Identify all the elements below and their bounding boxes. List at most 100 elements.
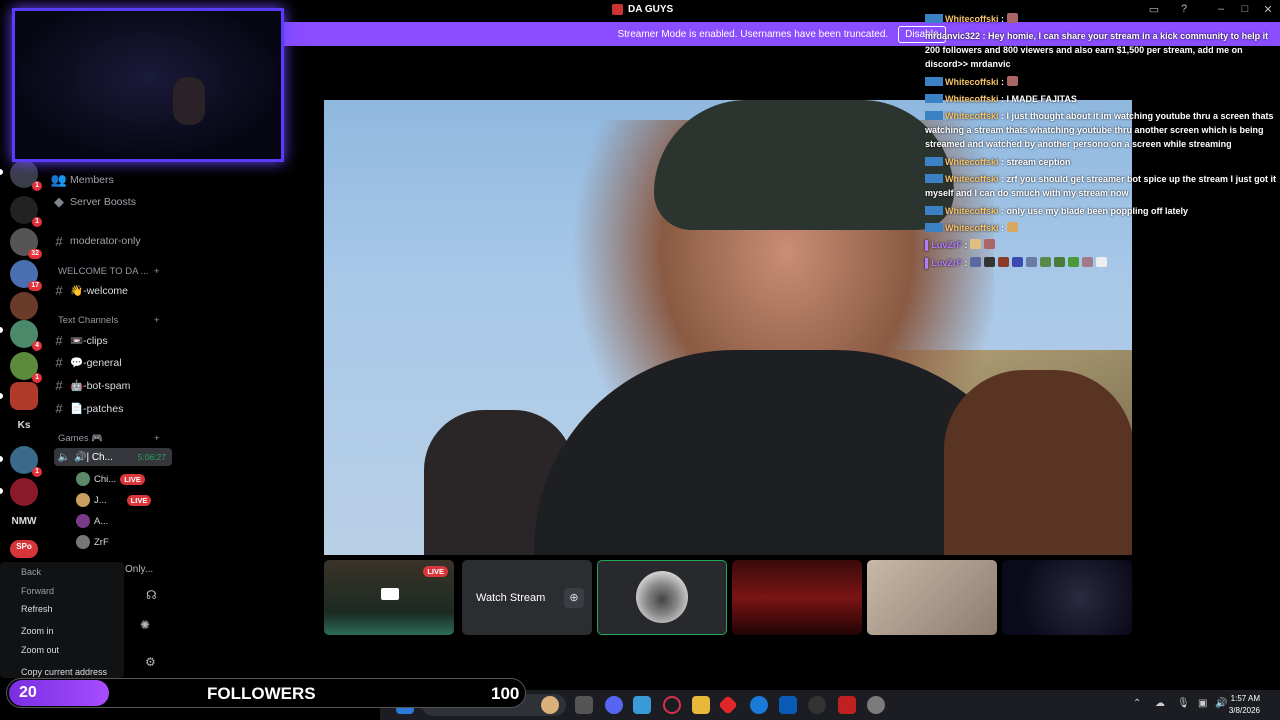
headphones-icon[interactable]: ☊ [146,588,157,602]
app-icon[interactable] [867,696,885,714]
chat-message: Whitecoffski : I MADE FAJITAS [925,92,1277,106]
channel-label: 📄-patches [70,402,124,415]
unread-pill [0,456,3,462]
server-icon-8[interactable] [10,382,38,410]
video-hair [944,370,1132,555]
stream-tile-4[interactable] [732,560,862,635]
hash-icon: # [55,282,63,298]
chevron-up-icon[interactable]: ⌃ [1133,698,1141,709]
channel-list: 👥 Members ◆ Server Boosts # moderator-only … [48,160,176,580]
channel-bot-spam[interactable]: # 🤖-bot-spam [48,375,172,395]
menu-item-zoom-in[interactable]: Zoom in [21,626,54,636]
voice-user[interactable]: A... [76,512,172,530]
file-explorer-icon[interactable] [692,696,710,714]
channel-general[interactable]: # 💬-general [48,352,172,372]
user-avatar [636,571,688,623]
server-icon-ks[interactable]: Ks [10,412,38,440]
voice-channel-label: 🔊| Ch... [74,451,113,463]
category-games[interactable]: Games 🎮 + [58,433,160,444]
channel-moderator-only[interactable]: # moderator-only [48,231,172,251]
stream-tile-6[interactable] [1002,560,1132,635]
channel-label: moderator-only [70,235,141,247]
watch-stream-button[interactable]: Watch Stream [476,592,545,604]
outlook-icon[interactable] [779,696,797,714]
discord-icon[interactable] [605,696,623,714]
members-icon: 👥 [50,172,68,187]
unread-pill [0,393,3,399]
stream-tile-5[interactable] [867,560,997,635]
members-label: Members [70,174,114,186]
platform-badge-icon [925,223,943,232]
soundboard-icon[interactable]: ✺ [140,618,150,632]
mic-icon[interactable]: 🎙 [1177,698,1190,709]
server-icon-5[interactable] [10,292,38,320]
avatar [76,493,90,507]
emote-icon [969,257,981,267]
server-icon-spo[interactable]: SPo [10,540,38,558]
server-icon-nmw[interactable]: NMW [10,508,38,536]
settings-icon[interactable] [808,696,826,714]
emote-icon [997,257,1009,267]
members-item[interactable]: 👥 Members [48,170,172,190]
app-icon[interactable] [718,695,738,715]
add-channel-icon[interactable]: + [154,266,160,277]
menu-item-refresh[interactable]: Refresh [21,604,53,614]
server-icon-4[interactable]: 17 [10,260,42,291]
server-icon-11[interactable] [10,478,38,506]
help-icon[interactable] [750,696,768,714]
opera-icon[interactable] [663,696,681,714]
platform-badge-icon [925,157,943,166]
popout-icon[interactable]: ⊕ [564,588,584,608]
add-channel-icon[interactable]: + [154,433,160,444]
app-icon[interactable] [838,696,856,714]
speaker-icon: 🔈 [57,451,71,463]
chat-username: Whitecoffski [945,111,999,121]
server-icon-3[interactable]: 32 [10,228,42,259]
stream-tile-1[interactable]: LIVE [324,560,454,635]
chat-username: Whitecoffski [945,223,999,233]
voice-user[interactable]: Chi... LIVE [76,470,172,488]
cloud-icon[interactable]: ☁ [1155,698,1165,709]
chat-text: I MADE FAJITAS [1006,94,1077,104]
menu-item-zoom-out[interactable]: Zoom out [21,645,59,655]
voice-user-name: A... [94,515,109,527]
notification-badge: 32 [28,249,42,259]
stream-tile-2[interactable]: Watch Stream ⊕ [462,560,592,635]
voice-user-name: ZrF [94,536,109,548]
emote-icon [1006,13,1018,23]
server-icon-10[interactable]: 1 [10,446,42,477]
channel-patches[interactable]: # 📄-patches [48,398,172,418]
network-icon[interactable]: ▣ [1198,698,1207,709]
server-boosts-item[interactable]: ◆ Server Boosts [48,192,172,212]
category-text-channels[interactable]: Text Channels + [58,315,160,326]
channel-welcome[interactable]: # 👋-welcome [48,280,172,300]
voice-user[interactable]: ZrF [76,533,172,551]
task-view-icon[interactable] [575,696,593,714]
channel-clips[interactable]: # 📼-clips [48,330,172,350]
server-icon-7[interactable]: 1 [10,352,42,383]
server-icon-2[interactable]: 1 [10,196,42,227]
copilot-icon[interactable] [633,696,651,714]
voice-user[interactable]: J... LIVE [76,491,172,509]
live-badge: LIVE [120,473,145,485]
menu-item-back[interactable]: Back [21,567,41,577]
volume-icon[interactable]: 🔊 [1215,698,1227,709]
voice-channel[interactable]: 🔈 🔊| Ch... 5:06:27 [54,448,172,466]
notification-badge: 1 [32,181,42,191]
webcam-overlay [12,8,284,162]
server-icon-6[interactable]: 4 [10,320,42,351]
voice-user-name: Chi... [94,473,117,485]
truncated-label: Only... [125,564,154,575]
server-icon-1[interactable]: 1 [10,160,42,191]
menu-item-forward[interactable]: Forward [21,586,54,596]
category-welcome[interactable]: WELCOME TO DA ... + [58,266,160,277]
widget-icon[interactable] [541,696,559,714]
notification-badge: 4 [32,341,42,351]
taskbar-clock[interactable]: 1:57 AM 3/8/2026 [1229,693,1260,717]
chat-message: Whitecoffski : [925,75,1277,89]
settings-gear-icon[interactable]: ⚙ [145,655,156,669]
menu-item-copy-address[interactable]: Copy current address [21,667,107,677]
add-channel-icon[interactable]: + [154,315,160,326]
chat-username: Whitecoffski [945,206,999,216]
stream-tile-3[interactable] [597,560,727,635]
